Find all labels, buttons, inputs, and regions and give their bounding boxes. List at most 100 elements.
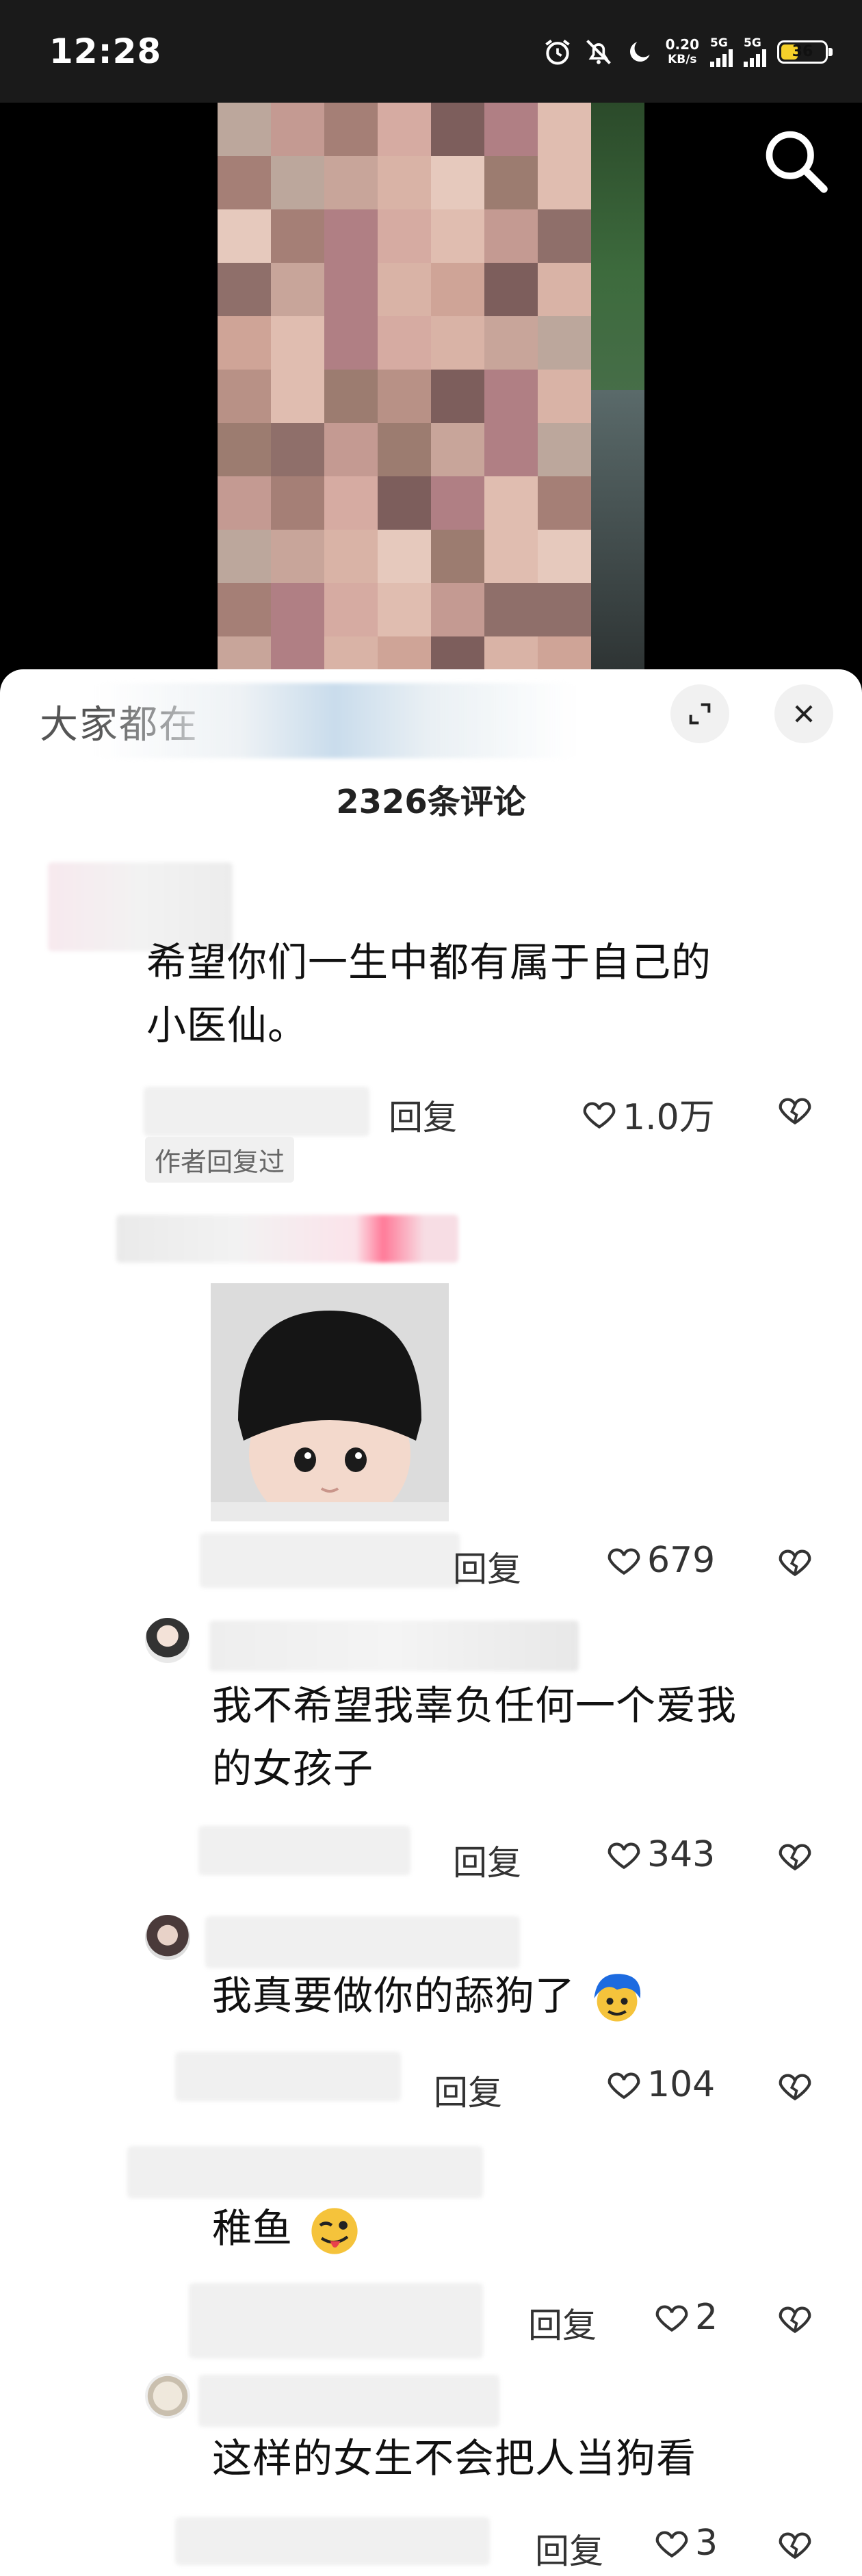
- comment-text: 希望你们一生中都有属于自己的: [146, 939, 712, 986]
- signal-bars-icon: [710, 49, 733, 67]
- mosaic-cell: [484, 156, 538, 209]
- comment-text-content: 我真要做你的舔狗了: [212, 1972, 576, 2019]
- mosaic-cell: [324, 530, 378, 583]
- like-button[interactable]: 104: [605, 2064, 715, 2105]
- mosaic-cell: [378, 423, 431, 476]
- mosaic-cell: [538, 209, 591, 263]
- video-frame[interactable]: [218, 103, 644, 671]
- like-count: 343: [647, 1834, 716, 1875]
- comment-text: 小医仙。: [146, 1002, 309, 1048]
- mosaic-cell: [484, 423, 538, 476]
- mosaic-cell: [431, 423, 484, 476]
- mosaic-cell: [484, 370, 538, 423]
- reply-button[interactable]: 回复: [453, 1542, 521, 1591]
- mosaic-cell: [538, 476, 591, 530]
- sticker-image[interactable]: [211, 1283, 449, 1521]
- mosaic-cell: [218, 636, 271, 671]
- search-icon[interactable]: [758, 123, 833, 198]
- sim1-label: 5G: [710, 36, 728, 50]
- mosaic-cell: [431, 316, 484, 370]
- comment-count: 2326条评论: [336, 783, 526, 821]
- like-button[interactable]: 679: [605, 1540, 715, 1581]
- like-count: 679: [647, 1540, 716, 1581]
- mosaic-cell: [271, 423, 324, 476]
- mosaic-cell: [218, 209, 271, 263]
- timestamp-blurred: [144, 1087, 369, 1136]
- mosaic-cell: [324, 263, 378, 316]
- net-speed-unit: KB/s: [668, 53, 697, 66]
- reply-button[interactable]: 回复: [535, 2524, 603, 2573]
- like-button[interactable]: 2: [653, 2297, 718, 2338]
- broken-heart-icon[interactable]: [776, 2300, 814, 2338]
- mosaic-cell: [218, 103, 271, 156]
- mosaic-cell: [431, 156, 484, 209]
- user-name-blurred: [205, 1916, 520, 1968]
- mosaic-cell: [431, 636, 484, 671]
- mosaic-cell: [378, 316, 431, 370]
- mosaic-cell: [271, 263, 324, 316]
- blue-hair-face-emoji: [594, 1974, 641, 2022]
- heart-icon: [655, 2531, 688, 2558]
- broken-heart-icon[interactable]: [776, 1837, 814, 1875]
- reply-button[interactable]: 回复: [453, 1836, 521, 1885]
- reply-button[interactable]: 回复: [434, 2065, 502, 2115]
- mosaic-cell: [484, 263, 538, 316]
- like-count: 3: [695, 2523, 718, 2564]
- status-time: 12:28: [49, 31, 162, 71]
- like-button[interactable]: 1.0万: [580, 1088, 715, 1139]
- mosaic-cell: [378, 636, 431, 671]
- mosaic-cell: [484, 209, 538, 263]
- wink-tongue-emoji: [311, 2208, 358, 2254]
- mosaic-cell: [324, 370, 378, 423]
- mosaic-cell: [218, 583, 271, 636]
- video-player[interactable]: [0, 103, 862, 671]
- mosaic-cell: [218, 476, 271, 530]
- mosaic-cell: [378, 583, 431, 636]
- broken-heart-icon[interactable]: [776, 1543, 814, 1581]
- timestamp-blurred: [189, 2283, 483, 2358]
- mosaic-cell: [218, 530, 271, 583]
- moon-icon: [629, 42, 650, 62]
- mosaic-cell: [431, 209, 484, 263]
- signal-bars-icon: [744, 49, 766, 67]
- mosaic-cell: [538, 583, 591, 636]
- net-speed-value: 0.20: [665, 36, 699, 53]
- mosaic-cell: [378, 370, 431, 423]
- title-blur-overlay: [96, 683, 575, 758]
- mosaic-cell: [218, 316, 271, 370]
- broken-heart-icon[interactable]: [776, 2525, 814, 2564]
- mosaic-cell: [324, 156, 378, 209]
- reply-button[interactable]: 回复: [389, 1090, 457, 1139]
- heart-icon: [583, 1102, 616, 1129]
- timestamp-blurred: [198, 1826, 410, 1875]
- user-name-blurred: [198, 2375, 499, 2427]
- like-button[interactable]: 343: [605, 1834, 715, 1875]
- avatar[interactable]: [145, 2373, 190, 2419]
- mosaic-cell: [484, 476, 538, 530]
- expand-button[interactable]: [670, 684, 729, 743]
- mosaic-cell: [431, 263, 484, 316]
- mosaic-cell: [271, 316, 324, 370]
- mosaic-cell: [484, 530, 538, 583]
- comment-text-content: 稚鱼: [212, 2205, 293, 2252]
- close-button[interactable]: [774, 684, 833, 743]
- mosaic-cell: [324, 476, 378, 530]
- broken-heart-icon[interactable]: [776, 2067, 814, 2105]
- mosaic-cell: [218, 423, 271, 476]
- avatar[interactable]: [145, 1915, 190, 1960]
- mosaic-cell: [271, 530, 324, 583]
- comment-text: 我真要做你的舔狗了: [212, 1964, 646, 2027]
- timestamp-blurred: [175, 2052, 401, 2101]
- broken-heart-icon[interactable]: [776, 1091, 814, 1129]
- avatar[interactable]: [145, 1618, 190, 1663]
- mosaic-cell: [484, 636, 538, 671]
- heart-icon: [608, 2072, 640, 2100]
- mosaic-cell: [271, 103, 324, 156]
- close-icon: [795, 705, 813, 723]
- like-button[interactable]: 3: [653, 2523, 718, 2564]
- mosaic-cell: [218, 156, 271, 209]
- mosaic-cell: [538, 423, 591, 476]
- mosaic-cell: [271, 636, 324, 671]
- mosaic-cell: [378, 476, 431, 530]
- reply-button[interactable]: 回复: [528, 2298, 597, 2347]
